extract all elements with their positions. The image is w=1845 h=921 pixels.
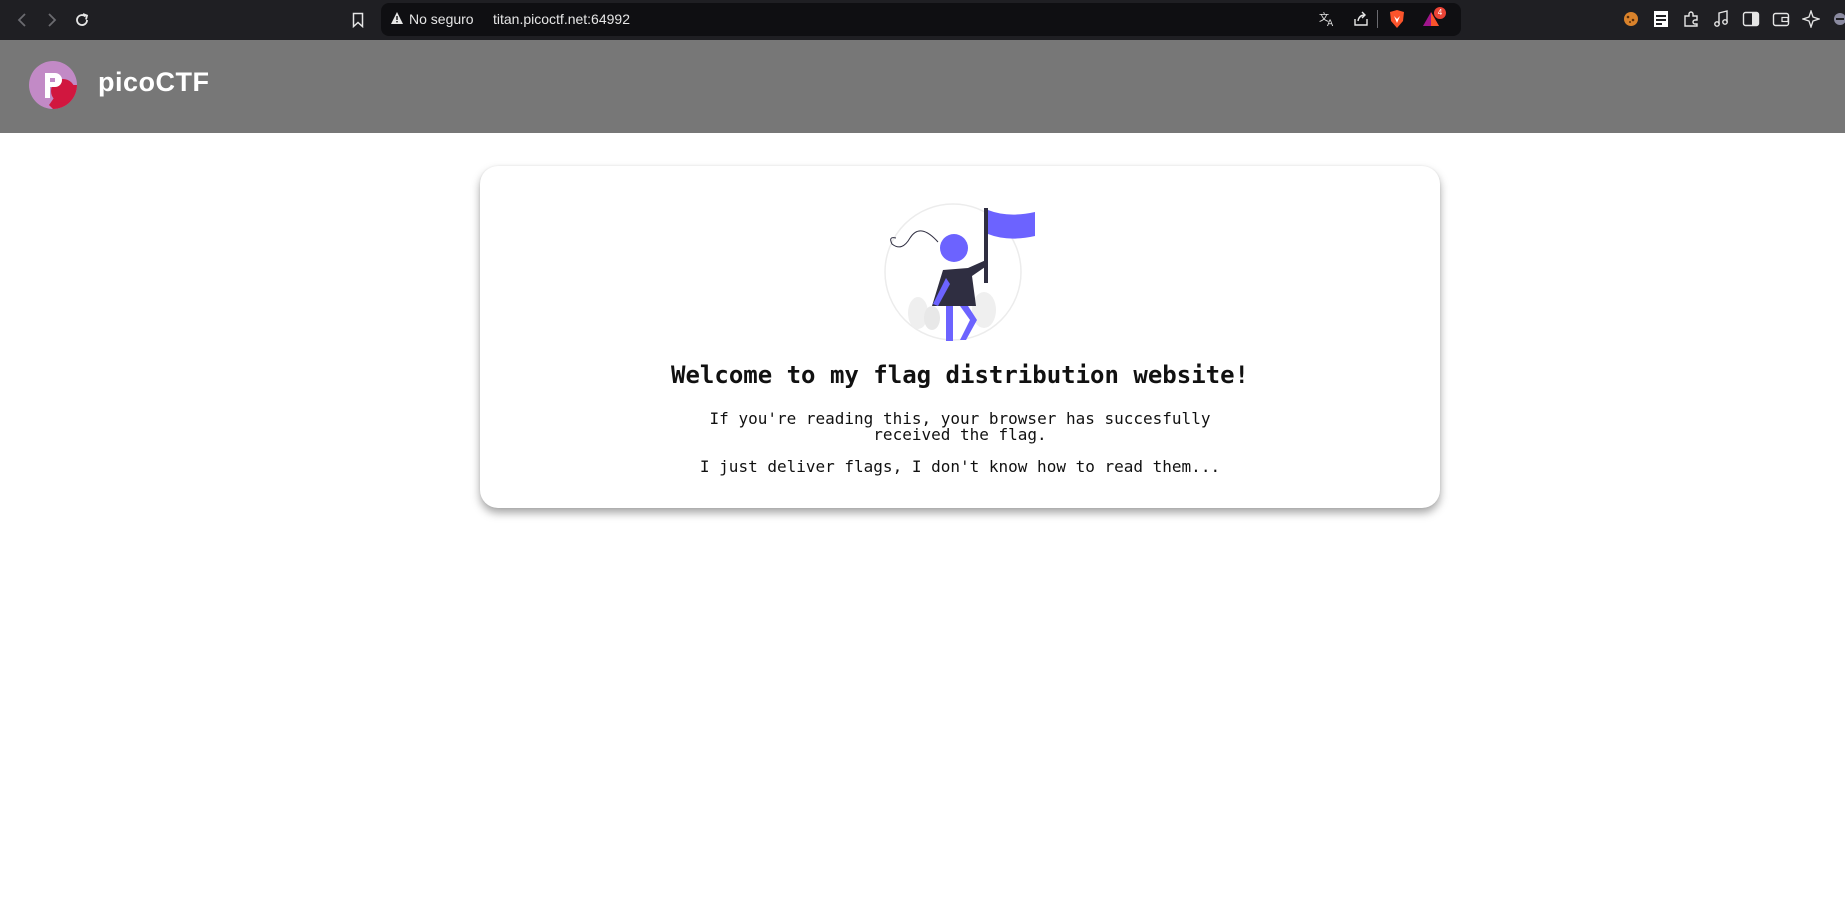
translate-icon[interactable]: 文A — [1317, 9, 1337, 29]
picoctf-logo-icon[interactable] — [29, 61, 77, 109]
welcome-title: Welcome to my flag distribution website! — [671, 361, 1249, 389]
brave-shields-icon[interactable] — [1387, 9, 1407, 29]
share-icon[interactable] — [1351, 9, 1371, 29]
rewards-badge: 4 — [1434, 7, 1446, 19]
flag-girl-illustration — [880, 200, 1040, 345]
forward-icon[interactable] — [40, 8, 64, 32]
security-label[interactable]: No seguro — [409, 11, 474, 27]
leo-ai-icon[interactable] — [1801, 9, 1821, 29]
reload-icon[interactable] — [70, 8, 94, 32]
back-icon[interactable] — [10, 8, 34, 32]
media-icon[interactable] — [1711, 9, 1731, 29]
wallet-icon[interactable] — [1771, 9, 1791, 29]
bookmark-icon[interactable] — [346, 8, 370, 32]
site-name[interactable]: picoCTF — [98, 67, 210, 98]
warning-icon[interactable] — [390, 11, 404, 25]
extensions-icon[interactable] — [1681, 9, 1701, 29]
message-line-3: I just deliver flags, I don't know how t… — [699, 457, 1221, 476]
address-separator — [1377, 10, 1378, 28]
site-header — [0, 40, 1845, 133]
svg-text:A: A — [1327, 19, 1334, 28]
pdf-extension-icon[interactable] — [1651, 9, 1671, 29]
url-text[interactable]: titan.picoctf.net:64992 — [493, 11, 630, 27]
sidebar-icon[interactable] — [1741, 9, 1761, 29]
message-line-2: received the flag. — [873, 425, 1047, 444]
cookie-extension-icon[interactable] — [1621, 9, 1641, 29]
profile-icon[interactable] — [1831, 9, 1845, 29]
